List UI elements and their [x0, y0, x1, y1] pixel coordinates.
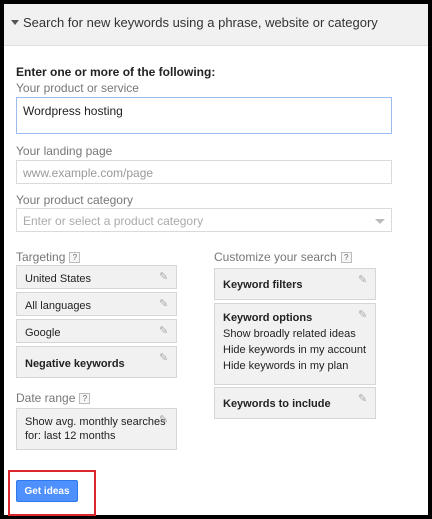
section-header[interactable]: Search for new keywords using a phrase, … — [4, 4, 428, 46]
keyword-search-panel: Search for new keywords using a phrase, … — [4, 4, 428, 516]
pencil-icon[interactable]: ✎ — [358, 394, 369, 405]
negative-keywords-text: Negative keywords — [25, 358, 125, 370]
pencil-icon[interactable]: ✎ — [358, 275, 369, 286]
pencil-icon[interactable]: ✎ — [358, 310, 369, 321]
date-range-label: Date range? — [16, 391, 91, 405]
date-range-line2: for: last 12 months — [25, 430, 116, 442]
targeting-network[interactable]: Google ✎ — [16, 319, 177, 343]
keyword-options-title: Keyword options — [223, 312, 313, 324]
customize-label: Customize your search? — [214, 250, 352, 264]
pencil-icon[interactable]: ✎ — [159, 272, 170, 283]
date-range-label-text: Date range — [16, 391, 76, 405]
targeting-location[interactable]: United States ✎ — [16, 265, 177, 289]
caret-down-icon[interactable] — [11, 20, 19, 25]
keywords-to-include-text: Keywords to include — [223, 398, 331, 410]
section-title: Search for new keywords using a phrase, … — [23, 15, 378, 30]
option-hide-plan: Hide keywords in my plan — [223, 360, 349, 372]
product-category-select[interactable]: Enter or select a product category — [16, 208, 392, 232]
pencil-icon[interactable]: ✎ — [159, 299, 170, 310]
keyword-options[interactable]: Keyword options Show broadly related ide… — [214, 303, 376, 385]
date-range-box[interactable]: Show avg. monthly searches for: last 12 … — [16, 408, 177, 450]
negative-keywords[interactable]: Negative keywords ✎ — [16, 346, 177, 378]
targeting-language[interactable]: All languages ✎ — [16, 292, 177, 316]
help-icon[interactable]: ? — [340, 252, 352, 264]
keyword-filters-text: Keyword filters — [223, 279, 303, 291]
product-label: Your product or service — [16, 81, 139, 95]
customize-label-text: Customize your search — [214, 250, 337, 264]
keyword-options-content: Keyword options Show broadly related ide… — [223, 310, 366, 374]
targeting-location-text: United States — [25, 273, 92, 285]
form-intro: Enter one or more of the following: — [16, 65, 216, 79]
landing-page-input[interactable]: www.example.com/page — [16, 160, 392, 184]
chevron-down-icon[interactable] — [375, 219, 385, 224]
product-input[interactable]: Wordpress hosting — [16, 97, 392, 134]
get-ideas-button[interactable]: Get ideas — [16, 480, 78, 502]
pencil-icon[interactable]: ✎ — [159, 326, 170, 337]
date-range-text: Show avg. monthly searches for: last 12 … — [25, 414, 166, 442]
targeting-network-text: Google — [25, 327, 61, 339]
product-input-value: Wordpress hosting — [23, 104, 123, 118]
targeting-label: Targeting? — [16, 250, 81, 264]
help-icon[interactable]: ? — [69, 252, 81, 264]
landing-page-placeholder: www.example.com/page — [23, 166, 154, 180]
date-range-line1: Show avg. monthly searches — [25, 416, 166, 428]
pencil-icon[interactable]: ✎ — [159, 415, 170, 426]
targeting-label-text: Targeting — [16, 250, 66, 264]
product-category-placeholder: Enter or select a product category — [23, 214, 204, 228]
help-icon[interactable]: ? — [79, 393, 91, 405]
option-broadly-related: Show broadly related ideas — [223, 328, 356, 340]
pencil-icon[interactable]: ✎ — [159, 353, 170, 364]
targeting-language-text: All languages — [25, 300, 92, 312]
keywords-to-include[interactable]: Keywords to include ✎ — [214, 387, 376, 419]
landing-page-label: Your landing page — [16, 144, 113, 158]
option-hide-account: Hide keywords in my account — [223, 344, 367, 356]
product-category-label: Your product category — [16, 193, 133, 207]
keyword-filters[interactable]: Keyword filters ✎ — [214, 268, 376, 300]
